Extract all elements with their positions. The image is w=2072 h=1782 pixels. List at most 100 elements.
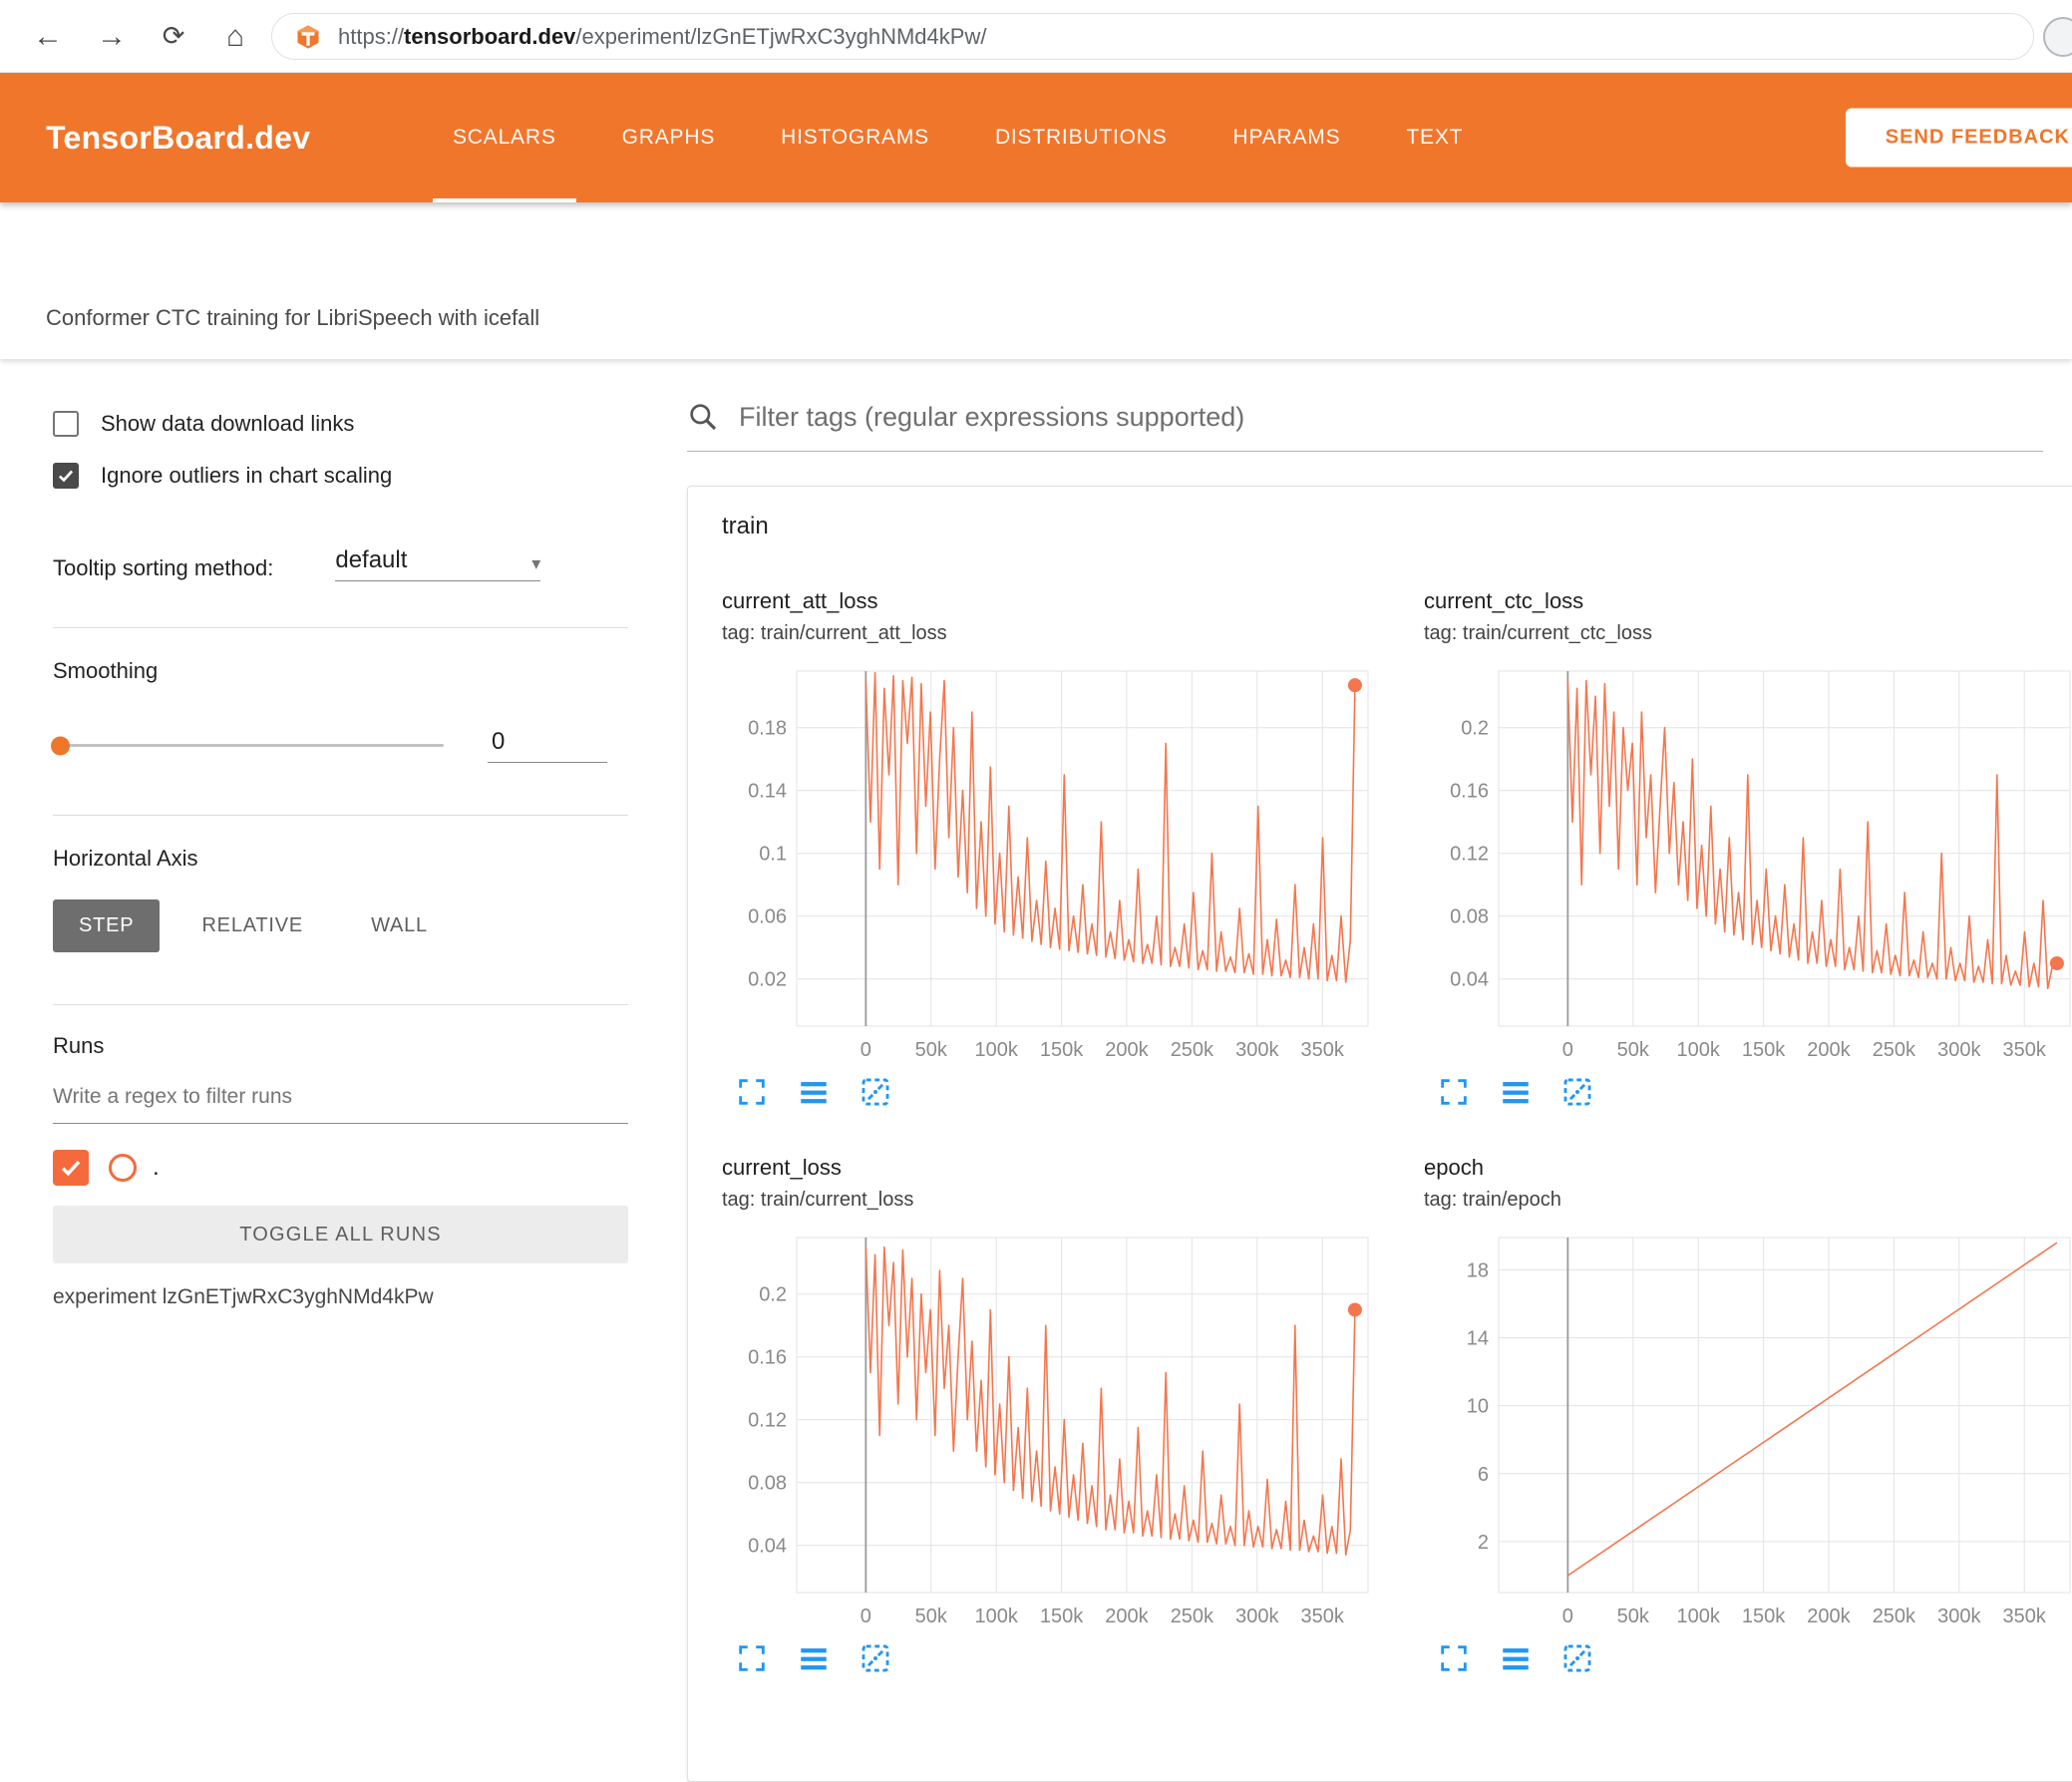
train-card-title[interactable]: train <box>688 487 2072 540</box>
horizontal-axis-label: Horizontal Axis <box>53 846 198 871</box>
fit-data-icon[interactable] <box>1559 1641 1595 1677</box>
scalar-chart-card: current_att_loss tag: train/current_att_… <box>702 588 1380 1111</box>
svg-text:150k: 150k <box>1742 1039 1786 1061</box>
show-download-links-label: Show data download links <box>101 411 355 436</box>
show-download-links-checkbox[interactable] <box>53 411 79 437</box>
run-name: . <box>153 1154 160 1181</box>
chart-plot[interactable]: 0.04 0.08 0.12 0.16 0.2 0 50k 100k 150k 200k 250k 3… <box>1424 663 2072 1067</box>
svg-text:300k: 300k <box>1937 1605 1981 1627</box>
chart-title: epoch <box>1424 1155 1484 1180</box>
svg-text:0.18: 0.18 <box>748 718 787 740</box>
axis-step-button[interactable]: STEP <box>53 899 161 952</box>
send-feedback-button[interactable]: SEND FEEDBACK <box>1845 108 2072 168</box>
ignore-outliers-checkbox[interactable] <box>53 463 79 489</box>
experiment-subtitle-bar: Conformer CTC training for LibriSpeech w… <box>0 202 2072 359</box>
check-icon <box>58 470 74 483</box>
svg-text:0.16: 0.16 <box>748 1347 787 1369</box>
toggle-all-runs-button[interactable]: TOGGLE ALL RUNS <box>53 1206 628 1263</box>
expand-chart-icon[interactable] <box>734 1641 770 1677</box>
home-icon[interactable]: ⌂ <box>209 0 261 73</box>
svg-text:0.02: 0.02 <box>748 969 787 991</box>
smoothing-label: Smoothing <box>53 658 159 683</box>
chart-toolbar <box>722 1075 1380 1111</box>
reload-icon[interactable]: ⟳ <box>148 0 199 73</box>
horizontal-lines-icon[interactable] <box>1498 1641 1534 1677</box>
address-bar[interactable]: https://tensorboard.dev/experiment/lzGnE… <box>271 13 2034 60</box>
tab-scalars[interactable]: SCALARS <box>427 73 582 202</box>
svg-text:300k: 300k <box>1937 1039 1981 1061</box>
svg-text:350k: 350k <box>2003 1039 2047 1061</box>
expand-chart-icon[interactable] <box>734 1075 770 1111</box>
divider <box>53 1004 628 1005</box>
svg-text:250k: 250k <box>1873 1605 1916 1627</box>
fit-data-icon[interactable] <box>858 1641 893 1677</box>
svg-text:0: 0 <box>1562 1039 1573 1061</box>
divider <box>53 815 628 816</box>
svg-text:0.16: 0.16 <box>1450 781 1489 803</box>
experiment-id-label: experiment lzGnETjwRxC3yghNMd4kPw <box>53 1285 434 1308</box>
svg-text:200k: 200k <box>1105 1605 1149 1627</box>
expand-chart-icon[interactable] <box>1436 1075 1472 1111</box>
svg-text:6: 6 <box>1478 1464 1489 1486</box>
smoothing-value-input[interactable]: 0 <box>488 728 607 763</box>
search-icon <box>690 404 717 431</box>
tooltip-sorting-value: default <box>335 546 408 573</box>
settings-sidebar: Show data download links Ignore outliers… <box>0 359 658 1661</box>
svg-text:150k: 150k <box>1040 1605 1084 1627</box>
fit-data-icon[interactable] <box>1559 1075 1595 1111</box>
runs-filter-input[interactable] <box>53 1085 628 1124</box>
svg-text:18: 18 <box>1467 1259 1489 1281</box>
chart-plot[interactable]: 0.04 0.08 0.12 0.16 0.2 0 50k 100k 150k 200k 250k 3… <box>722 1230 1380 1633</box>
tab-graphs[interactable]: GRAPHS <box>596 73 742 202</box>
tab-hparams[interactable]: HPARAMS <box>1208 73 1367 202</box>
smoothing-slider-thumb[interactable] <box>51 736 70 755</box>
svg-text:300k: 300k <box>1235 1039 1279 1061</box>
tab-distributions[interactable]: DISTRIBUTIONS <box>969 73 1194 202</box>
run-list-item: . <box>53 1150 628 1186</box>
fit-data-icon[interactable] <box>858 1075 893 1111</box>
chart-grid: current_att_loss tag: train/current_att_… <box>688 588 2072 1717</box>
tab-text[interactable]: TEXT <box>1380 73 1489 202</box>
chart-plot[interactable]: 0.02 0.06 0.1 0.14 0.18 0 50k 100k 150k 200k 250k 3… <box>722 663 1380 1067</box>
expand-chart-icon[interactable] <box>1436 1641 1472 1677</box>
scalars-main: train current_att_loss tag: train/curren… <box>658 359 2072 1782</box>
smoothing-slider[interactable] <box>51 736 444 755</box>
scalar-chart-card: epoch tag: train/epoch 2 6 10 14 18 0 50k 100k 1… <box>1404 1155 2072 1677</box>
chart-toolbar <box>1424 1641 2072 1677</box>
back-icon[interactable]: ← <box>22 0 74 73</box>
svg-text:350k: 350k <box>1301 1039 1345 1061</box>
chart-title: current_att_loss <box>722 588 878 613</box>
horizontal-lines-icon[interactable] <box>796 1641 832 1677</box>
horizontal-lines-icon[interactable] <box>1498 1075 1534 1111</box>
forward-icon[interactable]: → <box>86 0 138 73</box>
tooltip-sorting-dropdown[interactable]: default ▾ <box>335 546 541 581</box>
chart-title: current_ctc_loss <box>1424 588 1584 613</box>
svg-text:0: 0 <box>861 1039 871 1061</box>
axis-wall-button[interactable]: WALL <box>345 899 454 952</box>
ignore-outliers-label: Ignore outliers in chart scaling <box>101 463 393 488</box>
run-checkbox[interactable] <box>53 1150 89 1186</box>
profile-avatar[interactable] <box>2043 17 2072 57</box>
scalar-chart-card: current_ctc_loss tag: train/current_ctc_… <box>1404 588 2072 1111</box>
scalar-chart-card: current_loss tag: train/current_loss 0.0… <box>702 1155 1380 1677</box>
svg-text:0.04: 0.04 <box>748 1536 787 1558</box>
svg-text:0.08: 0.08 <box>1450 906 1489 928</box>
svg-text:50k: 50k <box>915 1039 948 1061</box>
filter-tags-row <box>687 401 2043 452</box>
tab-histograms[interactable]: HISTOGRAMS <box>755 73 955 202</box>
chart-plot[interactable]: 2 6 10 14 18 0 50k 100k 150k 200k 250k 300k 350k <box>1424 1230 2072 1633</box>
chevron-down-icon: ▾ <box>531 553 541 573</box>
horizontal-lines-icon[interactable] <box>796 1075 832 1111</box>
chart-tag: tag: train/current_loss <box>722 1189 914 1211</box>
chart-tag: tag: train/current_ctc_loss <box>1424 622 1652 644</box>
tensorboard-header: TensorBoard.dev SCALARS GRAPHS HISTOGRAM… <box>0 73 2072 202</box>
url-domain: tensorboard.dev <box>404 23 576 49</box>
axis-relative-button[interactable]: RELATIVE <box>175 899 329 952</box>
train-card: train current_att_loss tag: train/curren… <box>687 486 2072 1782</box>
filter-tags-input[interactable] <box>739 401 2043 433</box>
runs-label: Runs <box>53 1033 105 1058</box>
tooltip-sorting-label: Tooltip sorting method: <box>53 555 274 580</box>
brand-title[interactable]: TensorBoard.dev <box>46 73 310 202</box>
chart-tag: tag: train/epoch <box>1424 1189 1561 1211</box>
svg-text:350k: 350k <box>1301 1605 1345 1627</box>
